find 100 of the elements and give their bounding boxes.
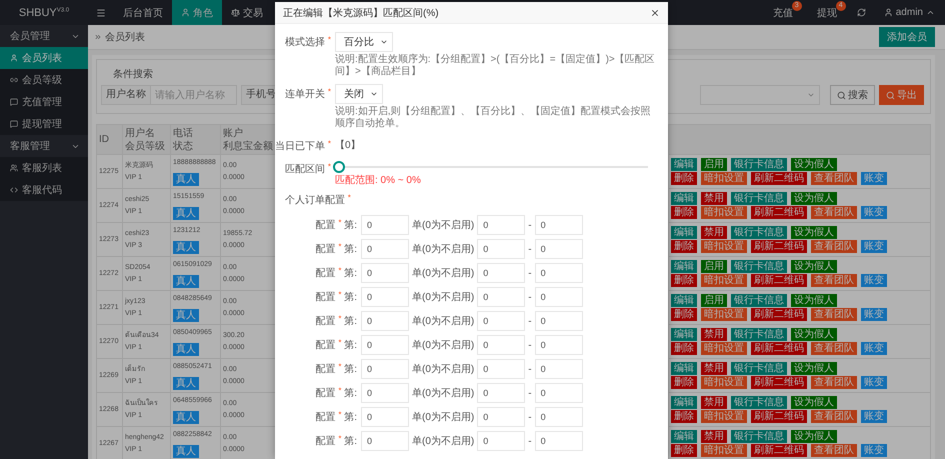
- order-number-field[interactable]: 0: [361, 311, 409, 331]
- action-button[interactable]: 银行卡信息: [731, 396, 787, 409]
- action-button[interactable]: 禁用: [701, 226, 727, 239]
- order-number-field[interactable]: 0: [361, 383, 409, 403]
- action-button[interactable]: 编辑: [671, 260, 697, 273]
- action-button[interactable]: 编辑: [671, 192, 697, 205]
- action-button[interactable]: 银行卡信息: [731, 294, 787, 307]
- order-number-field[interactable]: 0: [361, 215, 409, 235]
- action-button[interactable]: 禁用: [701, 328, 727, 341]
- action-button[interactable]: 设为假人: [791, 396, 837, 409]
- action-button[interactable]: 编辑: [671, 294, 697, 307]
- min-field[interactable]: 0: [477, 335, 526, 355]
- action-button[interactable]: 银行卡信息: [731, 158, 787, 171]
- action-button[interactable]: 禁用: [701, 430, 727, 443]
- action-button[interactable]: 刷新二维码: [751, 274, 807, 287]
- action-button[interactable]: 暗扣设置: [701, 274, 747, 287]
- select-field[interactable]: 关闭: [335, 84, 383, 104]
- action-button[interactable]: 暗扣设置: [701, 376, 747, 389]
- action-button[interactable]: 设为假人: [791, 328, 837, 341]
- action-button[interactable]: 查看团队: [811, 274, 857, 287]
- action-button[interactable]: 银行卡信息: [731, 226, 787, 239]
- action-button[interactable]: 刷新二维码: [751, 240, 807, 253]
- export-button[interactable]: 导出: [879, 85, 924, 105]
- action-button[interactable]: 刷新二维码: [751, 206, 807, 219]
- action-button[interactable]: 刷新二维码: [751, 376, 807, 389]
- min-field[interactable]: 0: [477, 383, 526, 403]
- action-button[interactable]: 查看团队: [811, 444, 857, 457]
- action-button[interactable]: 删除: [671, 410, 697, 423]
- min-field[interactable]: 0: [477, 215, 526, 235]
- action-button[interactable]: 账变: [861, 376, 887, 389]
- sidebar-item[interactable]: 会员等级: [0, 69, 88, 91]
- order-number-field[interactable]: 0: [361, 335, 409, 355]
- action-button[interactable]: 暗扣设置: [701, 172, 747, 185]
- action-button[interactable]: 查看团队: [811, 206, 857, 219]
- order-number-field[interactable]: 0: [361, 407, 409, 427]
- action-button[interactable]: 删除: [671, 240, 697, 253]
- select-field[interactable]: [700, 85, 820, 105]
- action-button[interactable]: 查看团队: [811, 342, 857, 355]
- action-button[interactable]: 刷新二维码: [751, 444, 807, 457]
- action-button[interactable]: 账变: [861, 410, 887, 423]
- max-field[interactable]: 0: [534, 239, 583, 259]
- action-button[interactable]: 删除: [671, 172, 697, 185]
- action-button[interactable]: 设为假人: [791, 226, 837, 239]
- range-slider[interactable]: [335, 161, 648, 173]
- action-button[interactable]: 暗扣设置: [701, 444, 747, 457]
- order-number-field[interactable]: 0: [361, 431, 409, 451]
- action-button[interactable]: 禁用: [701, 192, 727, 205]
- action-button[interactable]: 启用: [701, 260, 727, 273]
- nav-tab[interactable]: 后台首页: [114, 0, 172, 25]
- max-field[interactable]: 0: [534, 215, 583, 235]
- min-field[interactable]: 0: [477, 359, 526, 379]
- action-button[interactable]: 启用: [701, 158, 727, 171]
- action-button[interactable]: 银行卡信息: [731, 192, 787, 205]
- order-number-field[interactable]: 0: [361, 239, 409, 259]
- action-button[interactable]: 编辑: [671, 362, 697, 375]
- action-button[interactable]: 设为假人: [791, 430, 837, 443]
- max-field[interactable]: 0: [534, 311, 583, 331]
- menu-group[interactable]: 客服管理: [0, 135, 88, 157]
- order-number-field[interactable]: 0: [361, 359, 409, 379]
- sidebar-item[interactable]: 客服代码: [0, 179, 88, 201]
- max-field[interactable]: 0: [534, 359, 583, 379]
- action-button[interactable]: 删除: [671, 444, 697, 457]
- max-field[interactable]: 0: [534, 383, 583, 403]
- action-button[interactable]: 账变: [861, 206, 887, 219]
- action-button[interactable]: 删除: [671, 274, 697, 287]
- action-button[interactable]: 暗扣设置: [701, 410, 747, 423]
- action-button[interactable]: 暗扣设置: [701, 308, 747, 321]
- action-button[interactable]: 查看团队: [811, 172, 857, 185]
- action-button[interactable]: 设为假人: [791, 192, 837, 205]
- min-field[interactable]: 0: [477, 287, 526, 307]
- action-button[interactable]: 账变: [861, 444, 887, 457]
- action-button[interactable]: 账变: [861, 240, 887, 253]
- action-button[interactable]: 查看团队: [811, 376, 857, 389]
- action-button[interactable]: 账变: [861, 308, 887, 321]
- action-button[interactable]: 禁用: [701, 362, 727, 375]
- action-button[interactable]: 设为假人: [791, 158, 837, 171]
- search-button[interactable]: 搜索: [830, 85, 875, 105]
- order-number-field[interactable]: 0: [361, 263, 409, 283]
- action-button[interactable]: 账变: [861, 172, 887, 185]
- action-button[interactable]: 删除: [671, 308, 697, 321]
- action-button[interactable]: 设为假人: [791, 362, 837, 375]
- action-button[interactable]: 禁用: [701, 396, 727, 409]
- action-button[interactable]: 刷新二维码: [751, 172, 807, 185]
- action-button[interactable]: 编辑: [671, 328, 697, 341]
- user-menu[interactable]: admin: [874, 0, 945, 25]
- action-button[interactable]: 编辑: [671, 226, 697, 239]
- min-field[interactable]: 0: [477, 311, 526, 331]
- close-icon[interactable]: [650, 8, 660, 18]
- action-button[interactable]: 账变: [861, 342, 887, 355]
- sidebar-item[interactable]: 充值管理: [0, 91, 88, 113]
- action-button[interactable]: 查看团队: [811, 308, 857, 321]
- action-button[interactable]: 编辑: [671, 158, 697, 171]
- min-field[interactable]: 0: [477, 407, 526, 427]
- action-button[interactable]: 暗扣设置: [701, 342, 747, 355]
- max-field[interactable]: 0: [534, 407, 583, 427]
- action-button[interactable]: 删除: [671, 376, 697, 389]
- action-button[interactable]: 刷新二维码: [751, 410, 807, 423]
- action-button[interactable]: 查看团队: [811, 410, 857, 423]
- select-field[interactable]: 百分比: [335, 32, 393, 52]
- nav-tab[interactable]: 角色: [172, 0, 222, 25]
